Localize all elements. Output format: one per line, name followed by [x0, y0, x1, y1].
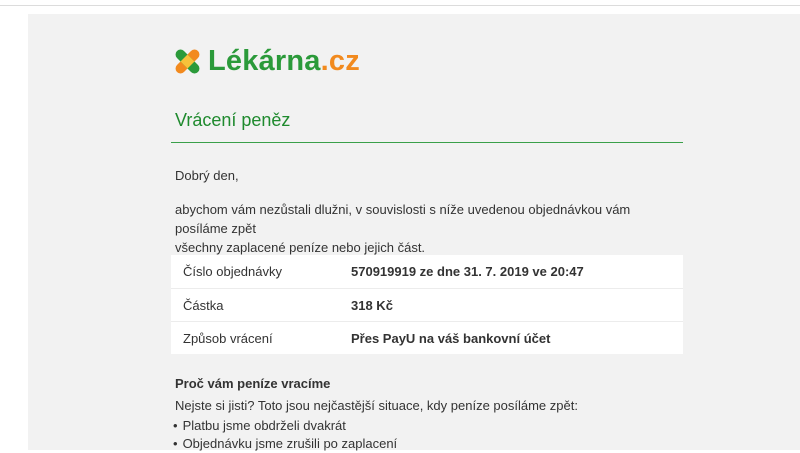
- email-panel: Lékárna.cz Vrácení peněz Dobrý den, abyc…: [28, 14, 800, 453]
- detail-value: Přes PayU na váš bankovní účet: [351, 331, 551, 346]
- detail-label: Číslo objednávky: [183, 264, 282, 279]
- detail-row-refund-method: Způsob vrácení Přes PayU na váš bankovní…: [171, 321, 683, 355]
- why-section-intro: Nejste si jisti? Toto jsou nejčastější s…: [175, 398, 578, 413]
- refund-details-card: Číslo objednávky 570919919 ze dne 31. 7.…: [171, 255, 683, 354]
- list-item: Platbu jsme obdrželi dvakrát: [173, 417, 397, 435]
- greeting-text: Dobrý den,: [175, 168, 239, 183]
- heading-divider: [171, 142, 683, 143]
- detail-value: 318 Kč: [351, 298, 393, 313]
- body-line-1: abychom vám nezůstali dlužni, v souvislo…: [175, 202, 631, 236]
- detail-row-amount: Částka 318 Kč: [171, 288, 683, 322]
- brand-wordmark: Lékárna.cz: [208, 45, 360, 77]
- reasons-list: Platbu jsme obdrželi dvakrát Objednávku …: [173, 417, 398, 453]
- detail-row-order-number: Číslo objednávky 570919919 ze dne 31. 7.…: [171, 255, 683, 288]
- body-text: abychom vám nezůstali dlužni, v souvislo…: [175, 200, 680, 257]
- detail-value: 570919919 ze dne 31. 7. 2019 ve 20:47: [351, 264, 584, 279]
- detail-label: Způsob vrácení: [183, 331, 273, 346]
- email-heading: Vrácení peněz: [175, 110, 291, 130]
- top-divider: [0, 5, 800, 6]
- cross-logo-icon: [175, 49, 200, 73]
- detail-label: Částka: [183, 298, 224, 313]
- brand-logo[interactable]: Lékárna.cz: [171, 44, 360, 78]
- list-item: Objednávku jsme zrušili po zaplacení: [173, 435, 398, 453]
- why-section-title: Proč vám peníze vracíme: [175, 376, 331, 391]
